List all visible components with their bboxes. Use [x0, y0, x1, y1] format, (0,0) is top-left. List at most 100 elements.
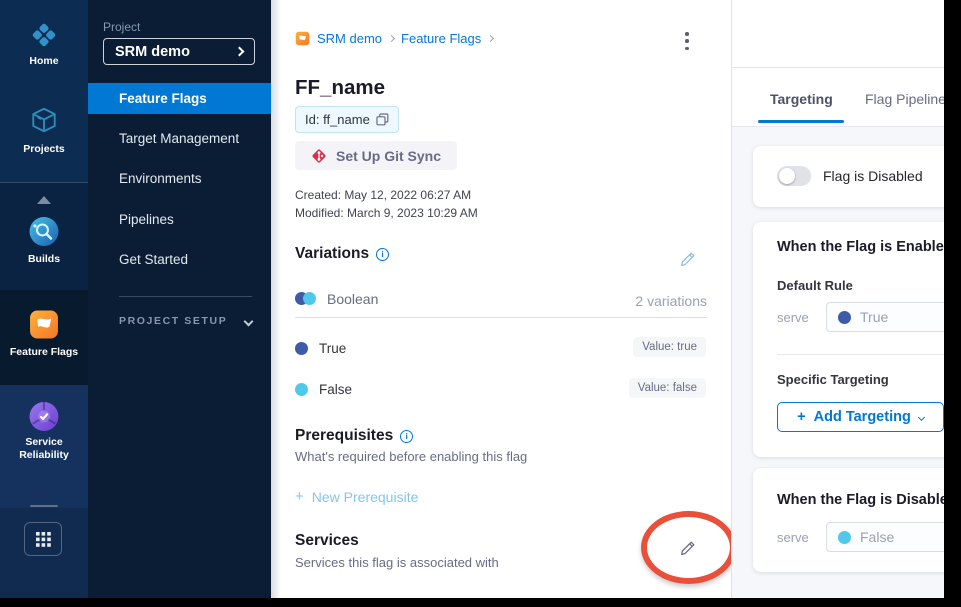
created-timestamp: Created: May 12, 2022 06:27 AM — [295, 188, 471, 202]
panel-header-divider — [732, 67, 944, 68]
sidebar-item-environments[interactable]: Environments — [88, 171, 271, 186]
flag-disabled-card: When the Flag is Disabled serve False — [753, 468, 944, 572]
rail-item-label: Home — [0, 55, 88, 68]
rail-divider — [0, 182, 88, 183]
chevron-right-icon — [487, 35, 494, 42]
setup-git-sync-button[interactable]: Set Up Git Sync — [295, 141, 457, 170]
chevron-right-icon — [235, 47, 245, 57]
info-icon[interactable]: i — [400, 430, 413, 443]
grid-icon — [36, 532, 51, 547]
project-setup-toggle[interactable]: PROJECT SETUP — [119, 315, 252, 327]
flag-title: FF_name — [295, 76, 385, 100]
rail-item-label: Projects — [0, 143, 88, 156]
git-sync-label: Set Up Git Sync — [336, 148, 441, 164]
variation-name: True — [319, 341, 346, 356]
rail-mini-divider — [30, 505, 58, 507]
project-selector[interactable]: SRM demo — [103, 38, 255, 65]
feature-flags-icon — [295, 31, 310, 46]
active-tab-underline — [758, 120, 844, 123]
prerequisites-heading: Prerequisites i — [295, 427, 413, 445]
add-targeting-label: Add Targeting — [814, 409, 911, 425]
panel-header: Targeting Flag Pipeline — [732, 0, 944, 127]
module-rail: Home Projects Builds — [0, 0, 88, 598]
project-label: Project — [103, 20, 140, 34]
variations-title: Variations — [295, 245, 369, 263]
prerequisites-description: What's required before enabling this fla… — [295, 449, 527, 464]
true-variation-dot — [295, 342, 308, 355]
disabled-card-heading: When the Flag is Disabled — [777, 492, 944, 508]
card-divider — [777, 354, 944, 355]
breadcrumb-project-link[interactable]: SRM demo — [317, 31, 382, 46]
false-variation-dot — [295, 383, 308, 396]
app-window: Home Projects Builds — [0, 0, 944, 598]
default-serve-dropdown[interactable]: True — [826, 302, 944, 332]
variation-row-true: True — [295, 341, 346, 356]
flag-state-label: Flag is Disabled — [823, 168, 923, 184]
variation-row-false: False — [295, 382, 352, 397]
module-overview-button[interactable] — [24, 522, 62, 556]
tab-flag-pipeline[interactable]: Flag Pipeline — [865, 91, 944, 107]
boolean-type-icon — [295, 292, 317, 306]
variation-count: 2 variations — [635, 293, 707, 309]
rail-item-label: Builds — [0, 253, 88, 266]
builds-icon — [29, 216, 60, 247]
flag-enabled-card: When the Flag is Enabled Default Rule se… — [753, 222, 944, 457]
info-icon[interactable]: i — [376, 248, 389, 261]
chevron-right-icon — [388, 35, 395, 42]
edit-services-icon[interactable] — [679, 539, 697, 557]
project-name: SRM demo — [115, 44, 190, 60]
project-sidebar: Project SRM demo Feature Flags Target Ma… — [88, 0, 271, 598]
sidebar-divider — [119, 296, 252, 297]
flag-enabled-toggle[interactable] — [777, 166, 811, 186]
variation-type-row: Boolean — [295, 291, 378, 307]
chevron-down-icon — [918, 413, 925, 420]
sidebar-item-label: Feature Flags — [119, 91, 207, 106]
flag-options-menu-button[interactable] — [681, 32, 693, 50]
prerequisites-title: Prerequisites — [295, 427, 393, 445]
edit-variations-icon[interactable] — [679, 250, 697, 268]
new-prerequisite-label: New Prerequisite — [312, 489, 419, 505]
project-setup-label: PROJECT SETUP — [119, 315, 227, 327]
false-variation-dot — [838, 531, 851, 544]
breadcrumb-section-link[interactable]: Feature Flags — [401, 31, 481, 46]
enabled-card-heading: When the Flag is Enabled — [777, 239, 944, 255]
new-prerequisite-button[interactable]: + New Prerequisite — [295, 488, 418, 505]
true-value-chip: Value: true — [633, 337, 706, 357]
breadcrumb: SRM demo Feature Flags — [295, 31, 493, 46]
sidebar-item-get-started[interactable]: Get Started — [88, 252, 271, 267]
tab-targeting[interactable]: Targeting — [770, 91, 833, 107]
specific-targeting-label: Specific Targeting — [777, 372, 889, 387]
add-targeting-button[interactable]: + Add Targeting — [777, 402, 944, 432]
sidebar-item-target-management[interactable]: Target Management — [88, 131, 271, 146]
feature-flags-icon — [29, 309, 60, 340]
serve-value: False — [860, 529, 894, 545]
disabled-serve-dropdown[interactable]: False — [826, 522, 944, 552]
variation-type-label: Boolean — [327, 291, 378, 307]
home-icon — [29, 20, 59, 50]
rail-item-label: Service Reliability — [0, 436, 88, 462]
sidebar-item-pipelines[interactable]: Pipelines — [88, 212, 271, 227]
variation-name: False — [319, 382, 352, 397]
service-reliability-icon — [29, 401, 60, 432]
false-value-chip: Value: false — [629, 378, 706, 398]
modified-timestamp: Modified: March 9, 2023 10:29 AM — [295, 206, 478, 220]
flag-id-text: Id: ff_name — [305, 112, 370, 127]
rail-scroll-up-icon[interactable] — [37, 196, 51, 204]
copy-icon[interactable] — [376, 113, 389, 126]
variations-heading: Variations i — [295, 245, 389, 263]
true-variation-dot — [838, 311, 851, 324]
services-heading: Services — [295, 532, 359, 550]
plus-icon: + — [295, 488, 304, 505]
services-title: Services — [295, 532, 359, 550]
rail-item-label: Feature Flags — [0, 346, 88, 359]
serve-label: serve — [777, 310, 809, 325]
variations-divider — [295, 317, 707, 318]
git-sync-icon — [311, 148, 327, 164]
serve-value: True — [860, 309, 888, 325]
services-description: Services this flag is associated with — [295, 555, 499, 570]
serve-label: serve — [777, 530, 809, 545]
flag-id-chip[interactable]: Id: ff_name — [295, 106, 399, 133]
default-rule-label: Default Rule — [777, 278, 853, 293]
projects-icon — [29, 105, 59, 135]
sidebar-item-feature-flags[interactable]: Feature Flags — [88, 83, 271, 114]
